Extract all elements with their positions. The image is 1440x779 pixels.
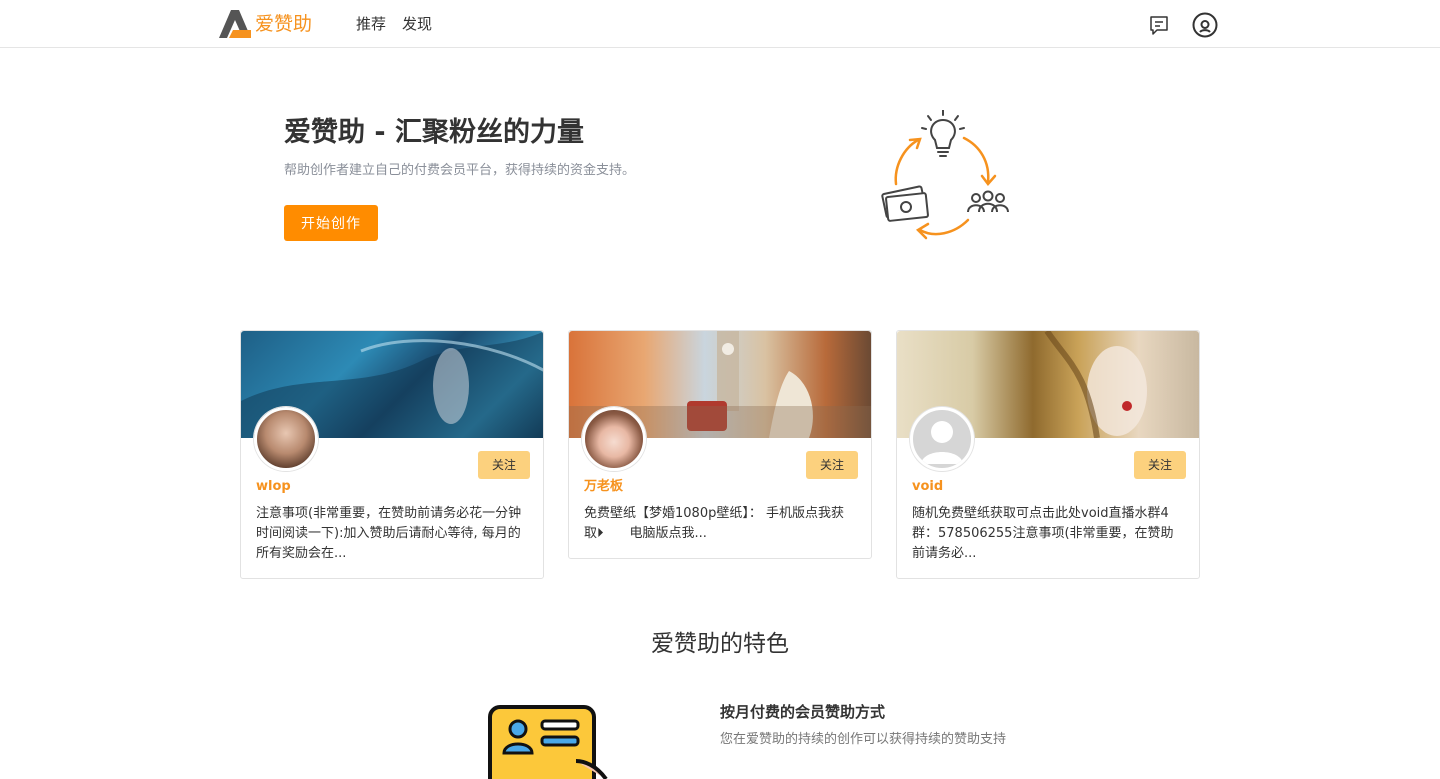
hero-illustration	[872, 109, 1022, 249]
message-icon[interactable]	[1148, 14, 1170, 40]
top-header: 爱赞助 推荐 发现	[0, 0, 1440, 48]
cycle-illustration-icon	[881, 109, 1009, 240]
nav-item-discover[interactable]: 发现	[402, 14, 432, 34]
header-actions	[1148, 12, 1218, 42]
membership-card-icon	[488, 705, 610, 779]
hero-title: 爱赞助 - 汇聚粉丝的力量	[284, 117, 585, 148]
follow-button[interactable]: 关注	[806, 451, 858, 479]
creator-name[interactable]: wlop	[256, 478, 528, 496]
avatar[interactable]	[254, 407, 318, 471]
creator-description: 随机免费壁纸获取可点击此处void直播水群4群：578506255注意事项(非常…	[912, 506, 1174, 561]
site-logo[interactable]: 爱赞助	[219, 10, 312, 38]
avatar[interactable]	[910, 407, 974, 471]
features-title: 爱赞助的特色	[651, 631, 789, 657]
creator-name[interactable]: void	[912, 478, 1184, 496]
main-nav: 推荐 发现	[356, 14, 432, 34]
follow-button[interactable]: 关注	[478, 451, 530, 479]
default-avatar-icon	[921, 421, 963, 464]
creator-description: 注意事项(非常重要，在赞助前请务必花一分钟时间阅读一下):加入赞助后请耐心等待,…	[256, 506, 522, 561]
creator-name[interactable]: 万老板	[584, 478, 856, 496]
feature-heading: 按月付费的会员赞助方式	[720, 703, 886, 721]
creator-description: 免费壁纸【梦婚1080p壁纸】： 手机版点我获取⏵ 电脑版点我...	[584, 506, 844, 541]
start-creating-button[interactable]: 开始创作	[284, 205, 378, 241]
nav-item-recommend[interactable]: 推荐	[356, 14, 386, 34]
creator-card[interactable]: 关注 void 随机免费壁纸获取可点击此处void直播水群4群：57850625…	[896, 330, 1200, 579]
feature-text: 您在爱赞助的持续的创作可以获得持续的赞助支持	[720, 732, 1007, 747]
logo-mark-icon	[219, 10, 251, 38]
creator-card[interactable]: 关注 wlop 注意事项(非常重要，在赞助前请务必花一分钟时间阅读一下):加入赞…	[240, 330, 544, 579]
logo-text: 爱赞助	[255, 13, 313, 35]
avatar[interactable]	[582, 407, 646, 471]
user-circle-icon[interactable]	[1192, 12, 1218, 42]
hero-subtitle: 帮助创作者建立自己的付费会员平台，获得持续的资金支持。	[284, 163, 636, 178]
creator-card[interactable]: 关注 万老板 免费壁纸【梦婚1080p壁纸】： 手机版点我获取⏵ 电脑版点我..…	[568, 330, 872, 559]
follow-button[interactable]: 关注	[1134, 451, 1186, 479]
